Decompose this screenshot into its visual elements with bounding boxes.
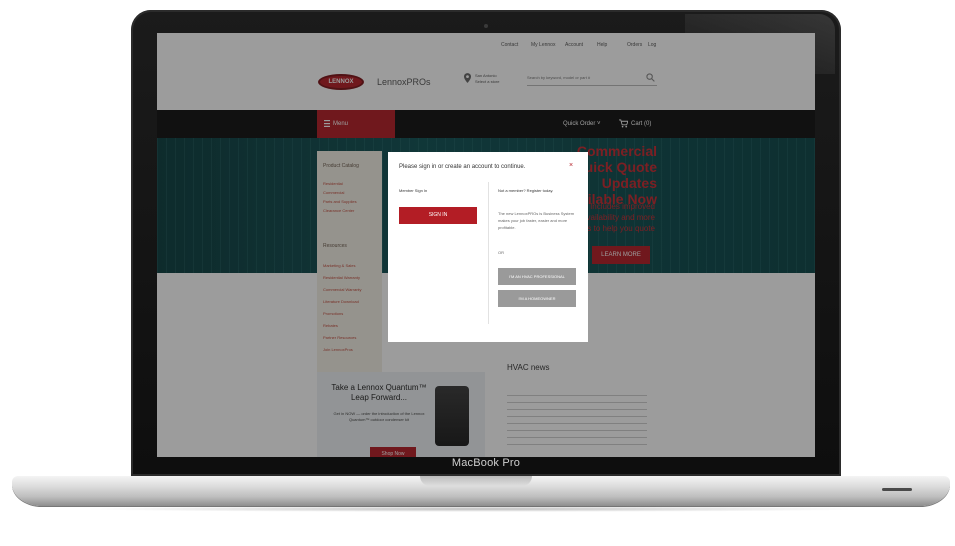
laptop-slot [882, 488, 912, 491]
hvac-professional-button[interactable]: I'M AN HVAC PROFESSIONAL [498, 268, 576, 285]
macbook-pro-label: MacBook Pro [451, 457, 521, 469]
laptop-screen: Contact My Lennox Account Help Orders Lo… [157, 33, 815, 457]
modal-title: Please sign in or create an account to c… [399, 164, 526, 170]
register-heading: Not a member? Register today. [498, 188, 554, 193]
camera-dot [484, 24, 488, 28]
or-separator: OR [498, 250, 504, 255]
website: Contact My Lennox Account Help Orders Lo… [157, 33, 815, 457]
laptop-base-notch [420, 476, 532, 486]
laptop-shadow [80, 506, 875, 512]
homeowner-button[interactable]: I'M A HOMEOWNER [498, 290, 576, 307]
sign-in-button[interactable]: SIGN IN [399, 207, 477, 224]
member-sign-in-heading: Member Sign In [399, 188, 428, 193]
sign-in-modal: Please sign in or create an account to c… [388, 152, 588, 342]
modal-divider [488, 182, 489, 324]
close-icon[interactable]: × [569, 162, 573, 169]
register-description: The new LennoxPROs is Business System ma… [498, 211, 575, 230]
